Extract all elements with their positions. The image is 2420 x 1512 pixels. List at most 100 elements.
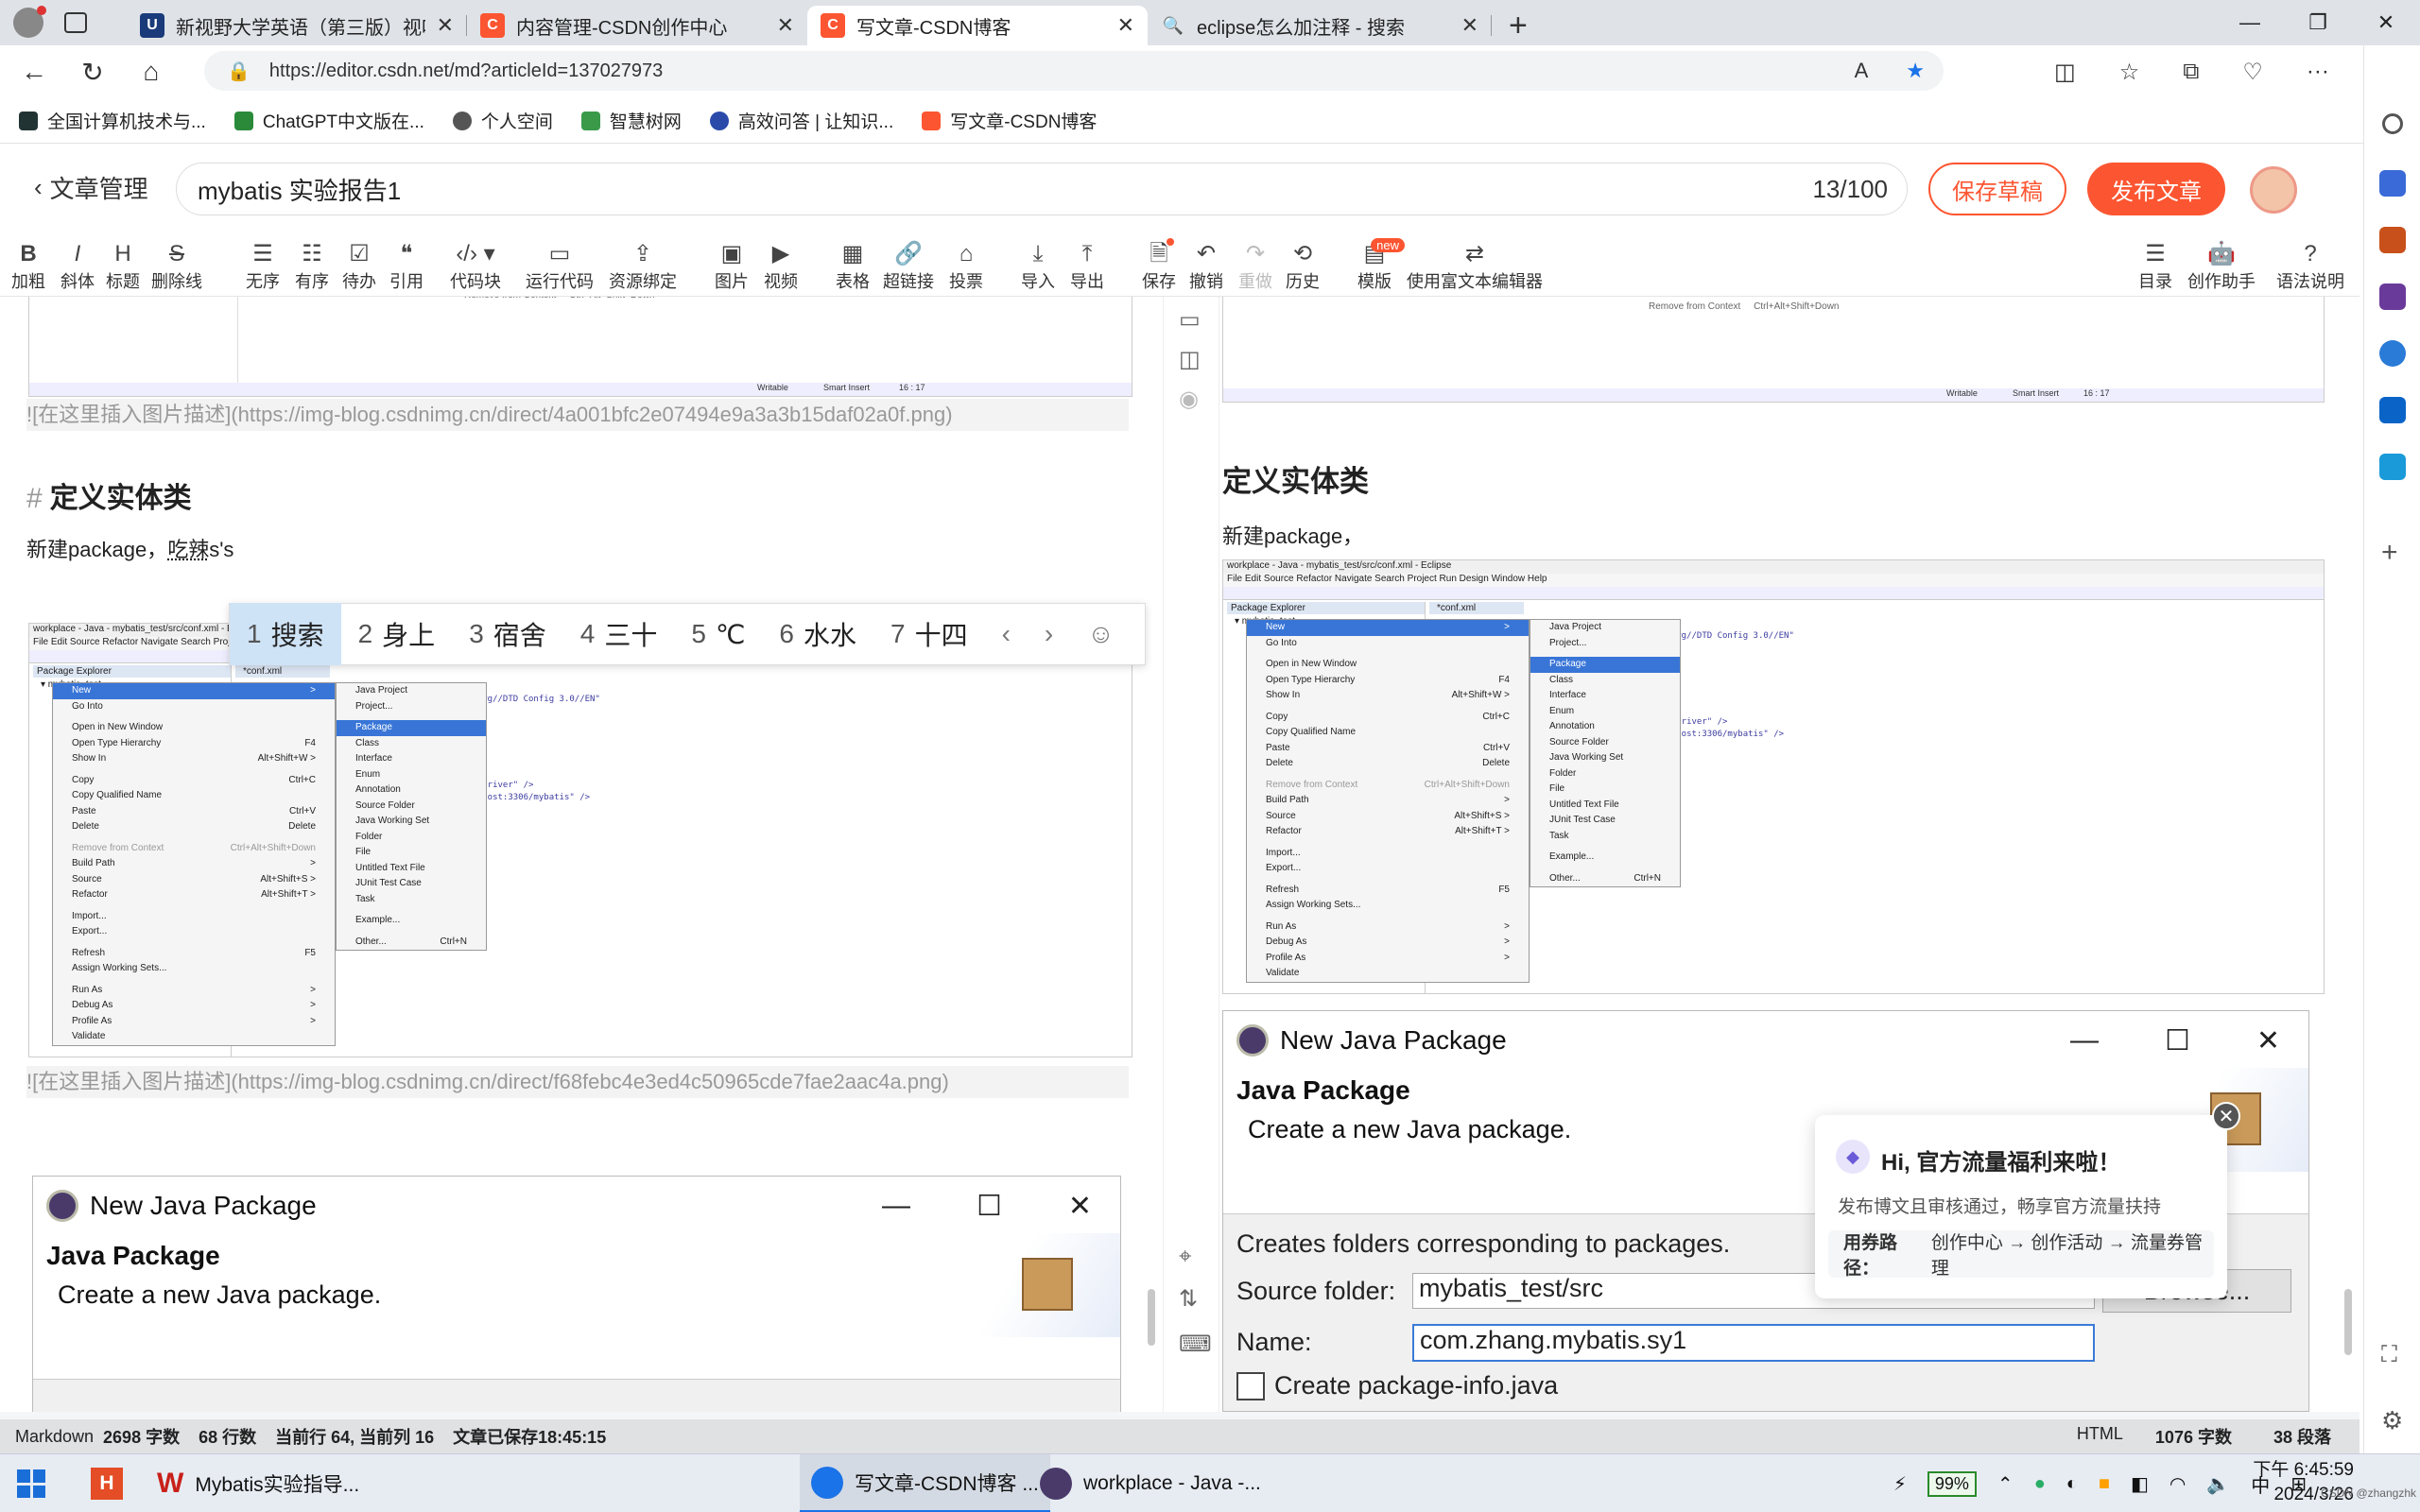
tab-close-icon[interactable]: ✕ [437, 13, 454, 38]
games-icon[interactable] [2379, 284, 2406, 310]
table-button[interactable]: ▦ 表格 [836, 240, 870, 293]
locate-icon[interactable]: ⌖ [1179, 1244, 1192, 1270]
ime-prev-icon[interactable]: ‹ [985, 619, 1028, 649]
promo-path[interactable]: 用券路径： 创作中心 → 创作活动 → 流量券管理 [1828, 1230, 2214, 1279]
ime-candidate[interactable]: 2 身上 [341, 603, 453, 665]
ime-candidate-bar[interactable]: 1 搜索 2 身上 3 宿舍 4 三十 5 ℃ 6 水水 7 十四 ‹ › ☺ [229, 603, 1146, 665]
undo-button[interactable]: ↶ 撤销 [1189, 240, 1223, 293]
tab-close-icon[interactable]: ✕ [1117, 13, 1134, 38]
ime-candidate[interactable]: 1 搜索 [230, 603, 341, 665]
bookmark-item[interactable]: 高效问答 | 让知识... [709, 108, 893, 133]
eye-icon[interactable]: ◉ [1179, 386, 1199, 413]
system-clock[interactable]: 下午 6:45:59 2024/3/26 [2253, 1458, 2354, 1507]
avatar[interactable] [2250, 166, 2297, 214]
taskbar-html-app[interactable]: H [91, 1454, 123, 1512]
m365-icon[interactable] [2379, 340, 2406, 367]
vote-button[interactable]: ⌂ 投票 [949, 240, 983, 293]
split-screen-icon[interactable]: ◫ [2054, 59, 2076, 86]
outlook-icon[interactable] [2379, 397, 2406, 423]
taskbar-edge[interactable]: 写文章-CSDN博客 ... [800, 1454, 1050, 1512]
template-button[interactable]: ▤ new 模版 [1357, 238, 1405, 293]
collections-icon[interactable]: ⧉ [2183, 59, 2199, 85]
bookmark-item[interactable]: 智慧树网 [580, 108, 682, 133]
tab-close-icon[interactable]: ✕ [777, 13, 794, 38]
taskbar-wps[interactable]: W Mybatis实验指导... [157, 1454, 359, 1512]
read-aloud-icon[interactable]: A [1855, 59, 1869, 83]
ime-next-icon[interactable]: › [1028, 619, 1070, 649]
history-button[interactable]: ⟲ 历史 [1286, 240, 1320, 293]
quote-button[interactable]: ❝ 引用 [389, 240, 424, 293]
layout-icon[interactable]: ▭ [1179, 306, 1201, 334]
creation-assistant-button[interactable]: 🤖 创作助手 [2187, 240, 2256, 293]
browser-essentials-icon[interactable]: ♡ [2242, 59, 2263, 86]
sync-scroll-icon[interactable]: ⇅ [1179, 1285, 1198, 1313]
tray-app-icon[interactable]: ◐ [2066, 1473, 2078, 1495]
ime-candidate[interactable]: 3 宿舍 [452, 603, 563, 665]
tab-close-icon[interactable]: ✕ [1461, 13, 1478, 38]
wechat-icon[interactable]: ● [2034, 1473, 2046, 1495]
ime-candidate[interactable]: 7 十四 [873, 603, 985, 665]
bookmark-item[interactable]: 写文章-CSDN博客 [922, 108, 1097, 133]
markdown-source-pane[interactable]: Remove from Context Ctrl+Alt+Shift+Down … [0, 297, 1163, 1412]
more-menu-icon[interactable]: ··· [2307, 59, 2329, 85]
settings-gear-icon[interactable]: ⚙ [2381, 1406, 2403, 1435]
new-tab-button[interactable]: + [1492, 6, 1545, 45]
import-button[interactable]: ⤓ 导入 [1021, 240, 1055, 293]
split-view-icon[interactable]: ◫ [1179, 346, 1201, 373]
article-title-input[interactable]: mybatis 实验报告1 13/100 [176, 163, 1908, 215]
bookmark-item[interactable]: 个人空间 [452, 108, 553, 133]
wifi-icon[interactable]: ◠ [2169, 1472, 2186, 1496]
italic-button[interactable]: I 斜体 [60, 240, 95, 293]
strikethrough-button[interactable]: S 删除线 [151, 240, 202, 293]
profile-avatar[interactable] [13, 6, 46, 38]
tab-eclipse-search[interactable]: 🔍 eclipse怎么加注释 - 搜索 ✕ [1148, 6, 1492, 45]
restore-button[interactable]: ❐ [2284, 0, 2352, 45]
favorite-star-icon[interactable]: ★ [1906, 59, 1925, 83]
image-button[interactable]: ▣ 图片 [715, 240, 749, 293]
export-button[interactable]: ⤒ 导出 [1070, 240, 1104, 293]
toc-button[interactable]: ☰ 目录 [2138, 240, 2172, 293]
rich-text-switch-button[interactable]: ⇄ 使用富文本编辑器 [1407, 240, 1543, 293]
back-to-articles-link[interactable]: ‹ 文章管理 [34, 170, 148, 205]
keyboard-icon[interactable]: ⌨ [1179, 1331, 1212, 1358]
ime-candidate[interactable]: 6 水水 [762, 603, 873, 665]
ime-candidate[interactable]: 4 三十 [563, 603, 675, 665]
heading-button[interactable]: H 标题 [106, 240, 140, 293]
bookmark-item[interactable]: ChatGPT中文版在... [233, 108, 424, 133]
chevron-up-icon[interactable]: ⌃ [1997, 1472, 2014, 1496]
bold-button[interactable]: B 加粗 [11, 240, 45, 293]
add-sidebar-icon[interactable]: + [2381, 537, 2398, 569]
search-icon[interactable] [2382, 113, 2403, 134]
unordered-list-button[interactable]: ☰ 无序 [246, 240, 280, 293]
volume-icon[interactable]: 🔈 [2206, 1472, 2230, 1496]
close-window-button[interactable]: ✕ [2352, 0, 2420, 45]
minimize-button[interactable]: — [2216, 0, 2284, 45]
tools-icon[interactable] [2379, 227, 2406, 253]
run-code-button[interactable]: ▭ 运行代码 [526, 240, 594, 293]
redo-button[interactable]: ↷ 重做 [1238, 240, 1272, 293]
tab-actions-icon[interactable] [64, 12, 87, 33]
tray-app-icon[interactable]: ◧ [2131, 1472, 2149, 1496]
power-icon[interactable]: ⚡ [1893, 1472, 1907, 1496]
ime-emoji-icon[interactable]: ☺ [1070, 619, 1132, 649]
tab-content-manage[interactable]: C 内容管理-CSDN创作中心 ✕ [467, 6, 807, 45]
codeblock-button[interactable]: ‹/› ▾ 代码块 [450, 240, 501, 293]
close-popup-icon[interactable]: ✕ [2212, 1102, 2240, 1130]
ordered-list-button[interactable]: ☷ 有序 [295, 240, 329, 293]
back-button[interactable]: ← [9, 47, 59, 96]
windows-start-icon[interactable] [17, 1469, 45, 1498]
syntax-help-button[interactable]: ? 语法说明 [2276, 240, 2344, 293]
tab-write-article[interactable]: C 写文章-CSDN博客 ✕ [807, 6, 1148, 45]
tab-english[interactable]: U 新视野大学英语（第三版）视听说 ✕ [127, 6, 467, 45]
screenshot-icon[interactable]: ⛶ [2381, 1342, 2397, 1368]
publish-button[interactable]: 发布文章 [2087, 163, 2225, 215]
shopping-icon[interactable] [2379, 170, 2406, 197]
send-icon[interactable] [2379, 454, 2406, 480]
resource-bind-button[interactable]: ⇪ 资源绑定 [609, 240, 677, 293]
link-button[interactable]: 🔗 超链接 [883, 240, 934, 293]
favorites-icon[interactable]: ☆ [2119, 59, 2140, 86]
lock-icon[interactable]: 🔒 [227, 60, 251, 83]
refresh-button[interactable]: ↻ [68, 47, 117, 96]
video-button[interactable]: ▶ 视频 [764, 240, 798, 293]
ime-candidate[interactable]: 5 ℃ [674, 603, 762, 665]
